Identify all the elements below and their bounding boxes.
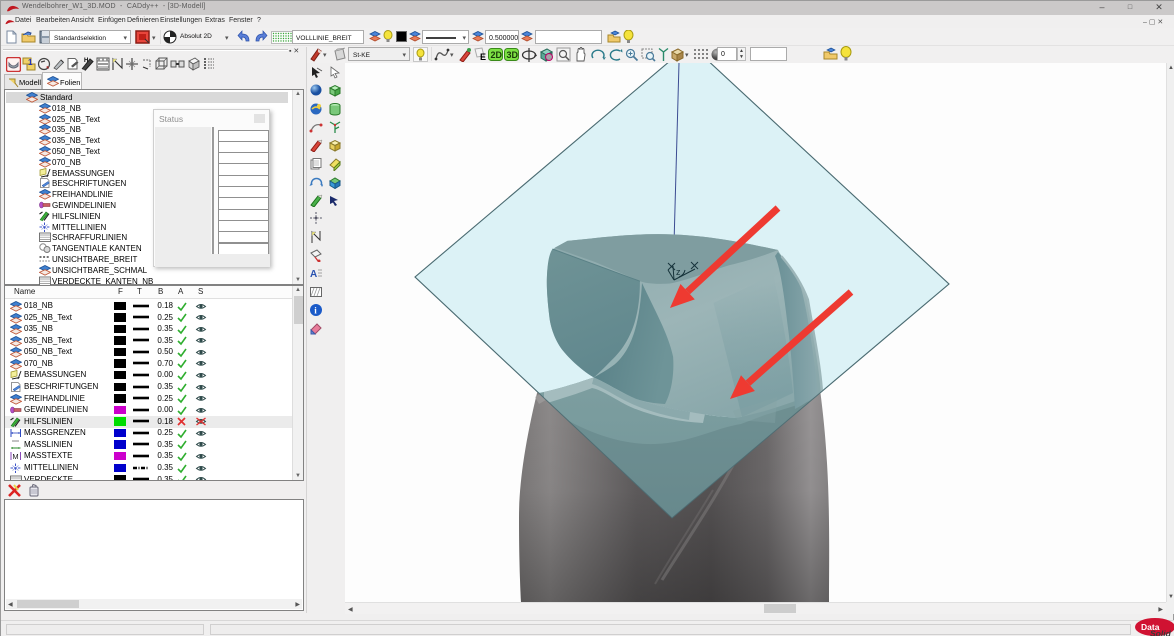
svg-text:2D: 2D [491, 50, 503, 60]
svg-text:A: A [310, 269, 317, 280]
svg-text:z: z [676, 267, 681, 277]
svg-text:1: 1 [28, 58, 33, 67]
svg-text:Solid: Solid [1150, 629, 1172, 636]
svg-text:E: E [480, 52, 486, 62]
svg-text:3D: 3D [507, 50, 519, 60]
